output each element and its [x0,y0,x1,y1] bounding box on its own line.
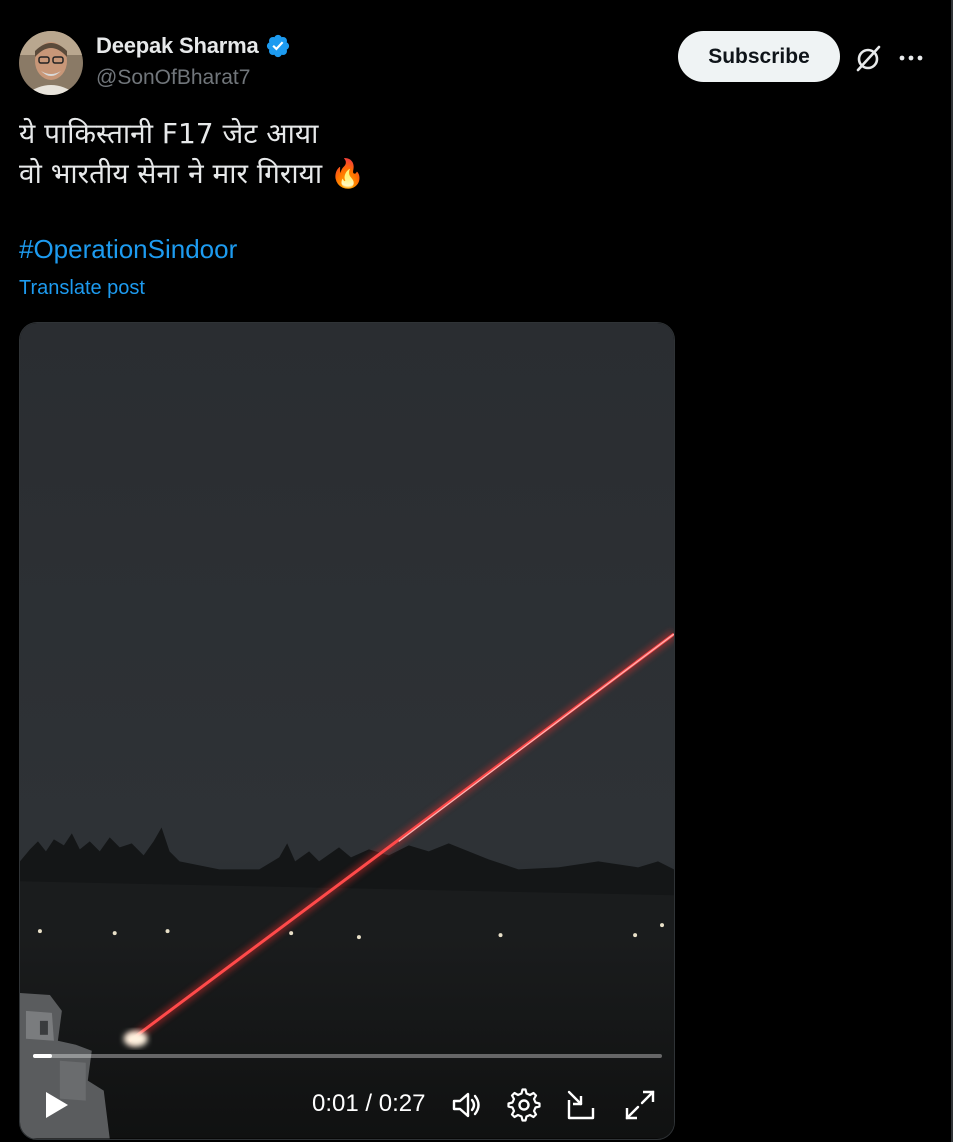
avatar-image [19,31,83,95]
video-current-time: 0:01 [312,1090,359,1117]
video-player[interactable]: 0:01 / 0:27 [19,322,675,1140]
avatar[interactable] [19,31,83,95]
post-text: ये पाकिस्तानी F17 जेट आया वो भारतीय सेना… [19,114,365,194]
video-time-separator: / [365,1090,373,1117]
grok-icon[interactable] [852,42,884,74]
translate-post-link[interactable]: Translate post [19,277,145,300]
post-line-2: वो भारतीय सेना ने मार गिराया 🔥 [19,154,365,194]
video-frame [20,323,674,1139]
author-display-name[interactable]: Deepak Sharma [96,33,259,59]
fire-emoji-icon: 🔥 [330,157,365,190]
video-time: 0:01 / 0:27 [312,1090,425,1118]
hashtag-link[interactable]: #OperationSindoor [19,234,237,265]
author-handle[interactable]: @SonOfBharat7 [96,66,250,90]
play-icon[interactable] [38,1087,74,1123]
author-name-row[interactable]: Deepak Sharma [96,33,291,59]
settings-icon[interactable] [507,1088,541,1122]
more-options-icon[interactable] [895,42,927,74]
picture-in-picture-icon[interactable] [565,1088,599,1122]
video-duration: 0:27 [378,1090,426,1117]
video-progress-bar[interactable] [33,1054,662,1058]
verified-badge-icon[interactable] [265,33,291,59]
volume-icon[interactable] [450,1088,484,1122]
post-line-1: ये पाकिस्तानी F17 जेट आया [19,114,365,154]
post-line-1-text: ये पाकिस्तानी F17 जेट आया [19,117,319,150]
video-progress-fill [33,1054,52,1058]
post-line-2-text: वो भारतीय सेना ने मार गिराया [19,157,323,190]
fullscreen-icon[interactable] [623,1088,657,1122]
subscribe-button[interactable]: Subscribe [678,31,840,82]
